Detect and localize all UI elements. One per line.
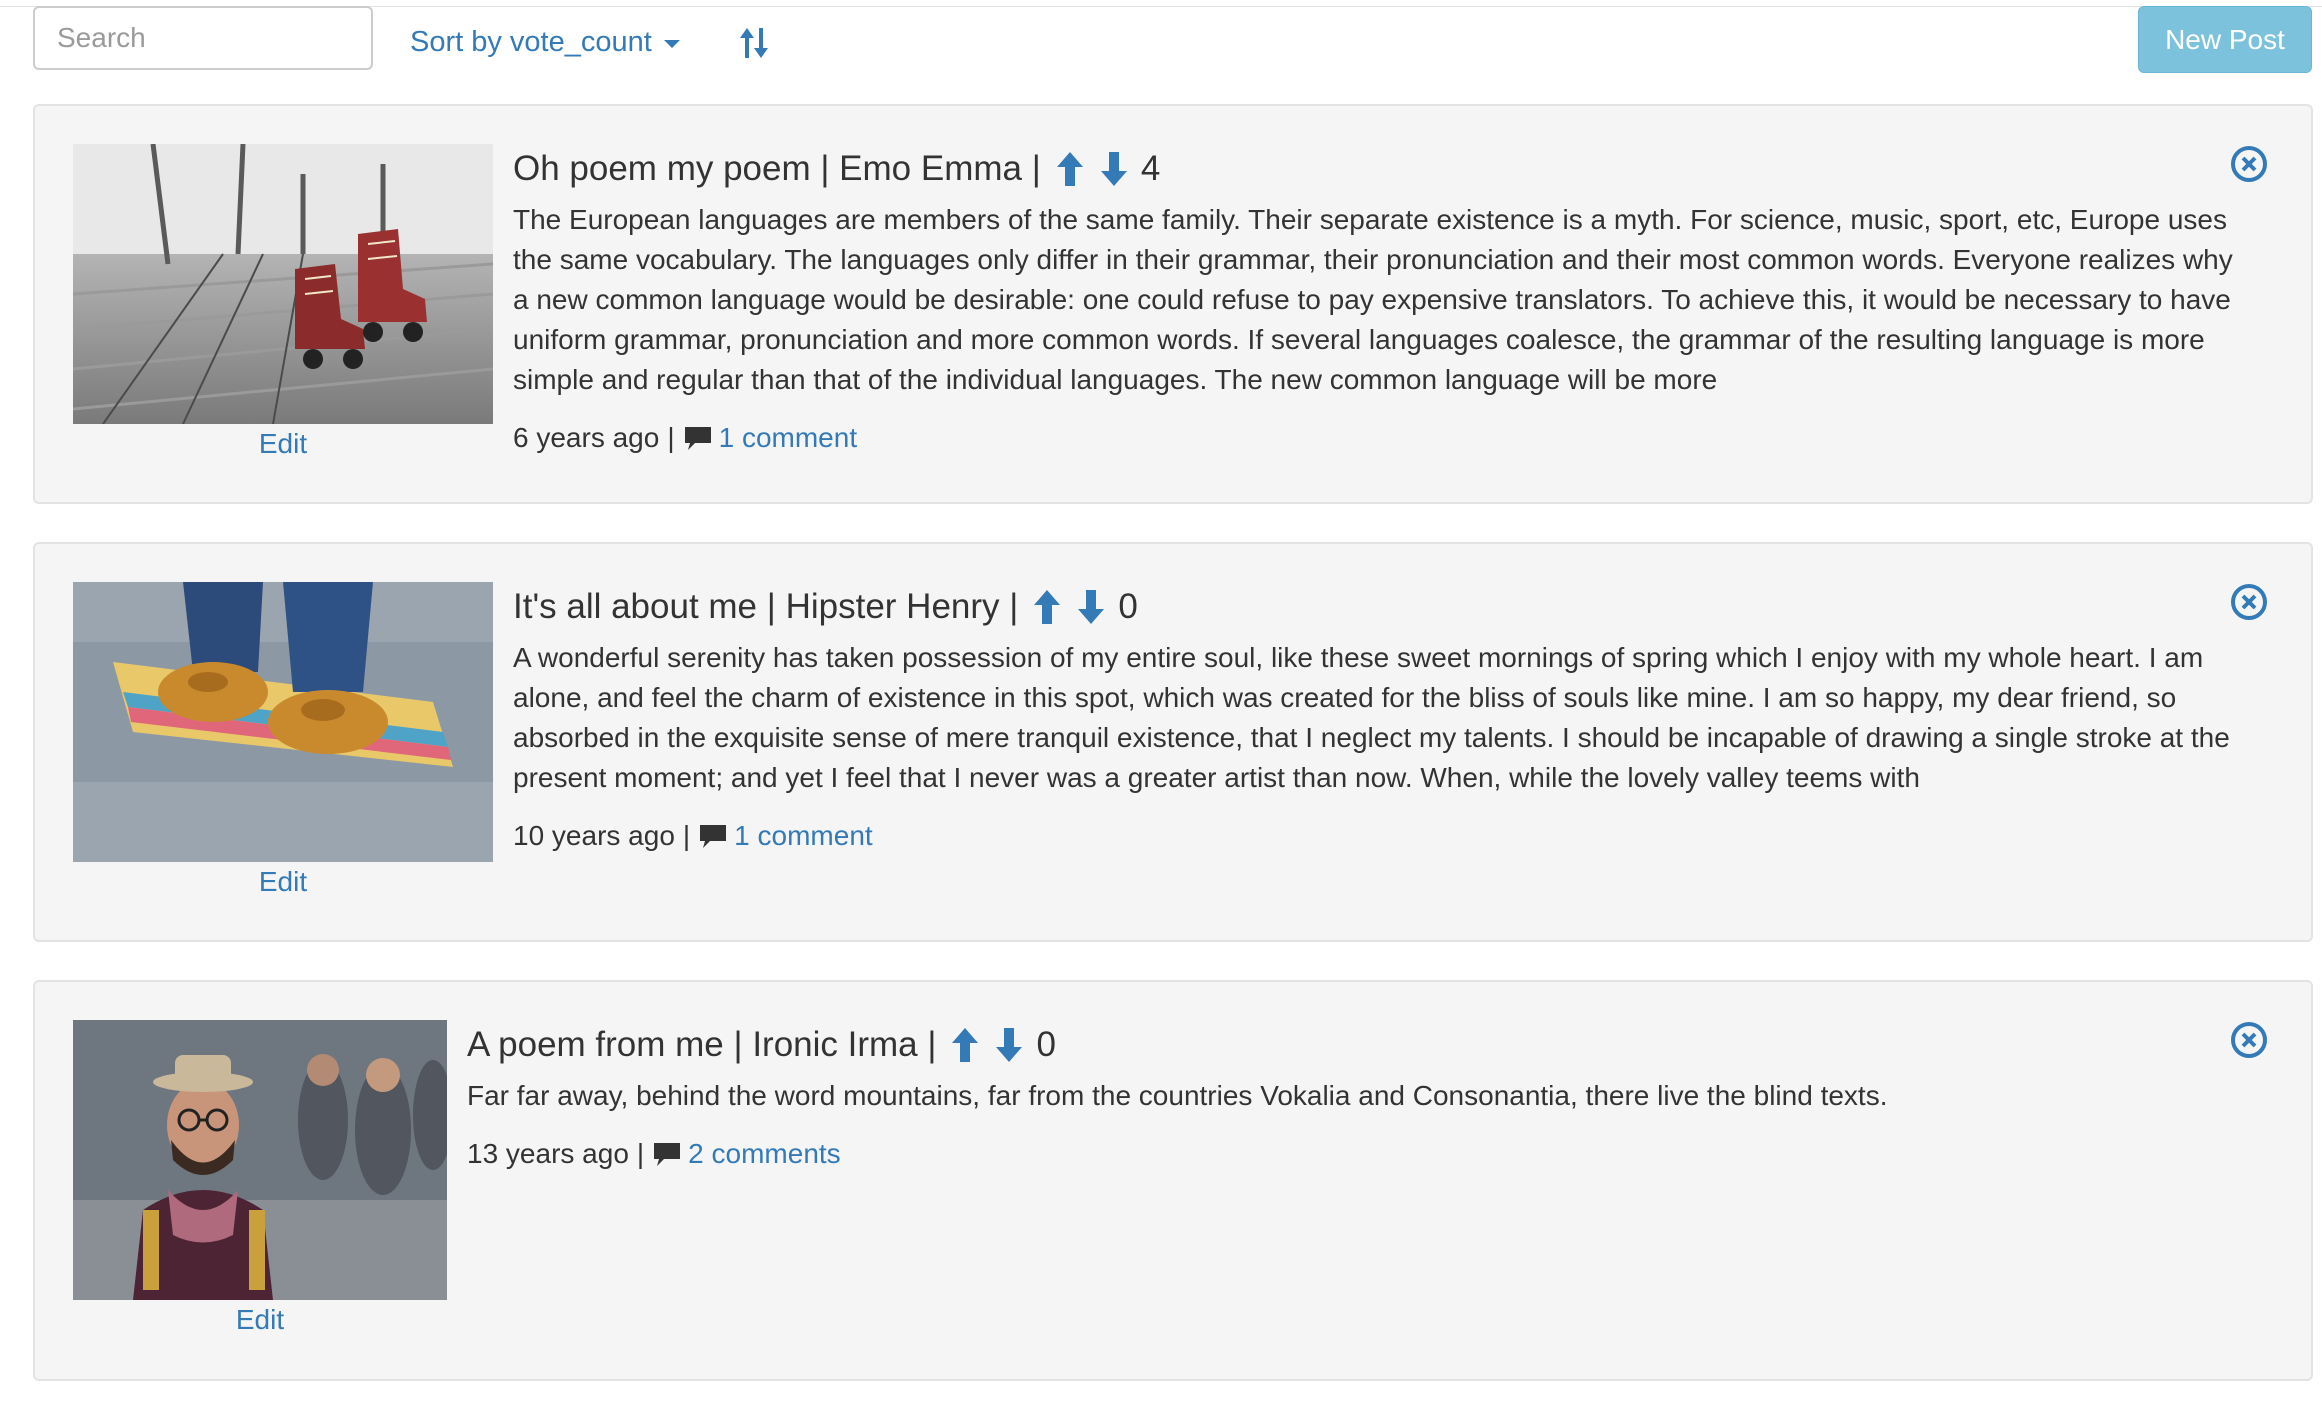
post-content: A poem from me | Ironic Irma | 0 Far far… bbox=[467, 1020, 2253, 1170]
post-meta: 6 years ago | 1 comment bbox=[513, 422, 2253, 454]
vote-count: 0 bbox=[1036, 1025, 1056, 1064]
new-post-button[interactable]: New Post bbox=[2138, 6, 2312, 73]
sort-dropdown[interactable]: Sort by vote_count bbox=[410, 26, 680, 59]
upvote-arrow-icon[interactable] bbox=[1032, 588, 1062, 626]
meta-separator: | bbox=[682, 820, 691, 851]
post-author: Hipster Henry bbox=[785, 587, 1000, 626]
delete-post-icon[interactable] bbox=[2229, 1020, 2269, 1060]
caret-down-icon bbox=[663, 40, 680, 48]
post-age: 6 years ago bbox=[513, 422, 660, 453]
post-title-line: A poem from me | Ironic Irma | 0 bbox=[467, 1020, 2253, 1070]
meta-separator: | bbox=[636, 1138, 645, 1169]
post-body: The European languages are members of th… bbox=[513, 204, 2233, 395]
meta-separator: | bbox=[667, 422, 675, 453]
downvote-arrow-icon[interactable] bbox=[1076, 588, 1106, 626]
edit-link[interactable]: Edit bbox=[73, 866, 493, 898]
post-author: Ironic Irma bbox=[752, 1025, 918, 1064]
upvote-arrow-icon[interactable] bbox=[1055, 150, 1085, 188]
comments-link[interactable]: 1 comment bbox=[719, 422, 858, 454]
post-card: Edit A poem from me | Ironic Irma | 0 Fa… bbox=[33, 980, 2313, 1381]
comment-icon bbox=[652, 1140, 682, 1168]
post-content: It's all about me | Hipster Henry | 0 A … bbox=[513, 582, 2253, 852]
post-age: 10 years ago bbox=[513, 820, 675, 851]
comment-icon bbox=[698, 822, 728, 850]
edit-link[interactable]: Edit bbox=[73, 1304, 447, 1336]
sort-arrows-icon[interactable] bbox=[738, 26, 770, 60]
skateboard-shoes-photo bbox=[73, 582, 493, 862]
post-title-line: Oh poem my poem | Emo Emma | 4 bbox=[513, 144, 2253, 194]
vote-count: 4 bbox=[1140, 149, 1161, 188]
title-separator: | bbox=[810, 149, 840, 188]
comments-link[interactable]: 1 comment bbox=[734, 820, 873, 852]
comment-icon bbox=[683, 424, 713, 452]
hipster-portrait-photo bbox=[73, 1020, 447, 1300]
title-separator: | bbox=[723, 1025, 753, 1064]
post-list: Edit Oh poem my poem | Emo Emma | 4 The … bbox=[33, 104, 2313, 1419]
post-card: Edit Oh poem my poem | Emo Emma | 4 The … bbox=[33, 104, 2313, 504]
downvote-arrow-icon[interactable] bbox=[994, 1026, 1024, 1064]
post-author: Emo Emma bbox=[839, 149, 1022, 188]
title-separator: | bbox=[917, 1025, 937, 1064]
sort-label: Sort by vote_count bbox=[410, 26, 652, 58]
downvote-arrow-icon[interactable] bbox=[1099, 150, 1129, 188]
post-meta: 10 years ago | 1 comment bbox=[513, 820, 2253, 852]
post-card: Edit It's all about me | Hipster Henry |… bbox=[33, 542, 2313, 942]
delete-post-icon[interactable] bbox=[2229, 144, 2269, 184]
post-title: It's all about me bbox=[513, 587, 758, 626]
title-separator: | bbox=[999, 587, 1019, 626]
post-title-line: It's all about me | Hipster Henry | 0 bbox=[513, 582, 2253, 632]
post-meta: 13 years ago | 2 comments bbox=[467, 1138, 2253, 1170]
title-separator: | bbox=[757, 587, 786, 626]
search-input[interactable] bbox=[33, 6, 373, 70]
post-body: A wonderful serenity has taken possessio… bbox=[513, 642, 2230, 793]
post-content: Oh poem my poem | Emo Emma | 4 The Europ… bbox=[513, 144, 2253, 454]
post-title: A poem from me bbox=[467, 1025, 724, 1064]
comments-link[interactable]: 2 comments bbox=[688, 1138, 841, 1170]
upvote-arrow-icon[interactable] bbox=[950, 1026, 980, 1064]
post-age: 13 years ago bbox=[467, 1138, 629, 1169]
toolbar: Sort by vote_count New Post bbox=[0, 0, 2322, 100]
edit-link[interactable]: Edit bbox=[73, 428, 493, 460]
title-separator: | bbox=[1021, 149, 1041, 188]
delete-post-icon[interactable] bbox=[2229, 582, 2269, 622]
post-title: Oh poem my poem bbox=[513, 149, 811, 188]
vote-count: 0 bbox=[1118, 587, 1138, 626]
post-body: Far far away, behind the word mountains,… bbox=[467, 1080, 1888, 1111]
roller-skates-photo bbox=[73, 144, 493, 424]
